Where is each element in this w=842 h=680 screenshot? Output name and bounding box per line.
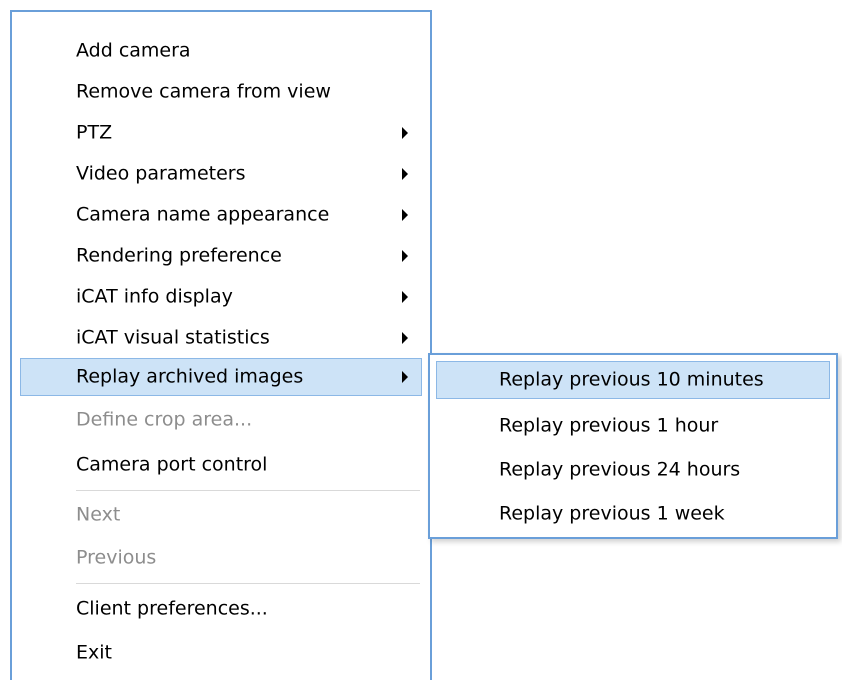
menu-item-label: Video parameters [76, 162, 246, 185]
menu-item-remove-camera-from-view[interactable]: Remove camera from view [20, 73, 422, 111]
submenu-item-replay-1-week[interactable]: Replay previous 1 week [436, 495, 830, 533]
menu-item-icat-info-display[interactable]: iCAT info display [20, 278, 422, 316]
menu-item-label: Client preferences... [76, 597, 268, 620]
menu-item-rendering-preference[interactable]: Rendering preference [20, 237, 422, 275]
menu-item-icat-visual-statistics[interactable]: iCAT visual statistics [20, 319, 422, 357]
menu-item-label: Next [76, 503, 121, 526]
submenu-arrow-icon [402, 127, 408, 139]
menu-item-label: Remove camera from view [76, 80, 331, 103]
menu-item-add-camera[interactable]: Add camera [20, 32, 422, 70]
submenu-arrow-icon [402, 168, 408, 180]
menu-item-label: Define crop area... [76, 408, 253, 431]
submenu-arrow-icon [402, 332, 408, 344]
submenu-item-label: Replay previous 10 minutes [499, 368, 764, 391]
menu-item-label: Replay archived images [76, 365, 304, 388]
menu-item-camera-name-appearance[interactable]: Camera name appearance [20, 196, 422, 234]
menu-item-label: Previous [76, 546, 157, 569]
menu-item-label: Add camera [76, 39, 191, 62]
menu-item-define-crop-area[interactable]: Define crop area... [20, 401, 422, 439]
menu-item-exit[interactable]: Exit [20, 634, 422, 672]
menu-item-label: Rendering preference [76, 244, 282, 267]
menu-item-label: Camera name appearance [76, 203, 330, 226]
menu-item-label: PTZ [76, 121, 113, 144]
menu-item-label: Camera port control [76, 453, 268, 476]
submenu-item-replay-10-minutes[interactable]: Replay previous 10 minutes [436, 361, 830, 399]
menu-item-previous[interactable]: Previous [20, 539, 422, 577]
submenu-arrow-icon [402, 371, 408, 383]
menu-separator [76, 490, 420, 491]
submenu-arrow-icon [402, 250, 408, 262]
menu-item-next[interactable]: Next [20, 496, 422, 534]
menu-item-video-parameters[interactable]: Video parameters [20, 155, 422, 193]
menu-item-label: Exit [76, 641, 112, 664]
submenu-arrow-icon [402, 291, 408, 303]
menu-item-camera-port-control[interactable]: Camera port control [20, 446, 422, 484]
menu-item-label: iCAT visual statistics [76, 326, 270, 349]
submenu-item-replay-24-hours[interactable]: Replay previous 24 hours [436, 451, 830, 489]
submenu-arrow-icon [402, 209, 408, 221]
menu-item-replay-archived-images[interactable]: Replay archived images [20, 358, 422, 396]
menu-item-ptz[interactable]: PTZ [20, 114, 422, 152]
menu-item-label: iCAT info display [76, 285, 233, 308]
menu-item-client-preferences[interactable]: Client preferences... [20, 590, 422, 628]
camera-context-menu: Add camera Remove camera from view PTZ V… [10, 10, 432, 680]
menu-separator [76, 583, 420, 584]
submenu-item-label: Replay previous 24 hours [499, 458, 741, 481]
submenu-item-replay-1-hour[interactable]: Replay previous 1 hour [436, 407, 830, 445]
replay-archived-images-submenu: Replay previous 10 minutes Replay previo… [428, 353, 838, 539]
submenu-item-label: Replay previous 1 week [499, 502, 725, 525]
submenu-item-label: Replay previous 1 hour [499, 414, 719, 437]
